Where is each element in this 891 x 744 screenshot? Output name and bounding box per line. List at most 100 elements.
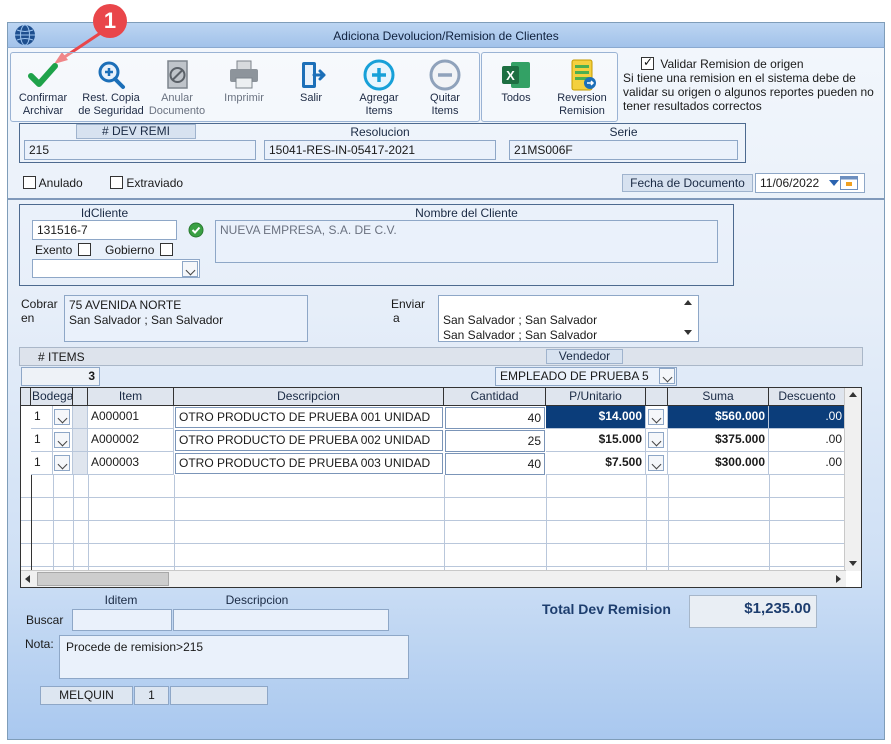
cancel-doc-label-2: Documento (148, 105, 206, 117)
exento-option[interactable]: Exento (35, 243, 91, 257)
table-row-3-unitario[interactable]: $7.500 (546, 452, 646, 475)
date-dropdown-arrow[interactable] (829, 180, 839, 186)
client-name-field[interactable]: NUEVA EMPRESA, S.A. DE C.V. (215, 220, 718, 263)
backup-label-2: de Seguridad (78, 105, 144, 117)
search-desc-input[interactable] (173, 609, 389, 631)
extraviado-checkbox[interactable] (110, 176, 123, 189)
validate-origin-checkbox[interactable] (641, 55, 654, 70)
footer-num-field: 1 (134, 686, 169, 705)
verify-check-icon[interactable] (188, 222, 204, 238)
excel-all-button[interactable]: X Todos (481, 56, 551, 120)
table-row-2-blank (73, 429, 88, 452)
table-row-2-descripcion[interactable]: OTRO PRODUCTO DE PRUEBA 002 UNIDAD (175, 430, 443, 451)
client-id-label: IdCliente (80, 206, 129, 220)
client-type-dropdown-icon[interactable] (182, 261, 198, 277)
gobierno-checkbox[interactable] (159, 243, 173, 256)
enviar-label-1: Enviar (391, 297, 426, 311)
table-row-2-cantidad[interactable]: 25 (445, 430, 545, 452)
scroll-right-arrow[interactable] (836, 575, 841, 583)
table-row-1-item[interactable]: A000001 (88, 406, 174, 429)
items-grid[interactable]: Bodega Item Descripcion Cantidad P/Unita… (20, 387, 862, 588)
exit-button[interactable]: Salir (276, 56, 346, 120)
table-row-3-descripcion[interactable]: OTRO PRODUCTO DE PRUEBA 003 UNIDAD (175, 453, 443, 474)
remove-items-button[interactable]: Quitar Items (410, 56, 480, 120)
exento-checkbox[interactable] (77, 243, 91, 256)
scroll-down-arrow[interactable] (849, 561, 857, 566)
client-type-select[interactable] (32, 259, 200, 278)
scroll-left-arrow[interactable] (25, 575, 30, 583)
table-row-1-descuento[interactable]: .00 (769, 406, 846, 429)
anulado-option[interactable]: Anulado (23, 176, 83, 190)
add-items-button[interactable]: Agregar Items (344, 56, 414, 120)
enviar-label-2: a (393, 311, 400, 325)
table-row-2-suma[interactable]: $375.000 (668, 429, 769, 452)
unit-dropdown-icon[interactable] (648, 455, 664, 471)
enviar-scroll-down[interactable] (684, 330, 692, 335)
table-row-1-unitario[interactable]: $14.000 (546, 406, 646, 429)
table-row-3-bodega-select[interactable] (53, 452, 73, 475)
bodega-dropdown-icon[interactable] (54, 455, 70, 471)
table-row-3-unit-select[interactable] (646, 452, 668, 475)
grid-horizontal-scrollbar[interactable] (21, 570, 846, 587)
enviar-line-1: San Salvador ; San Salvador (443, 313, 598, 327)
exit-door-icon (302, 62, 326, 88)
table-row-1-cantidad[interactable]: 40 (445, 407, 545, 429)
enviar-line-2: San Salvador ; San Salvador (443, 328, 598, 342)
resolucion-field[interactable]: 15041-RES-IN-05417-2021 (264, 140, 496, 160)
enviar-address-field[interactable]: San Salvador ; San Salvador San Salvador… (438, 295, 699, 342)
table-row-3-item[interactable]: A000003 (88, 452, 174, 475)
serie-field[interactable]: 21MS006F (509, 140, 738, 160)
nota-field[interactable]: Procede de remision>215 (59, 635, 409, 679)
fecha-value: 11/06/2022 (760, 176, 820, 190)
enviar-scroll-up[interactable] (684, 300, 692, 305)
cancel-document-button[interactable]: Anular Documento (142, 56, 212, 120)
enviar-label: Enviar a (391, 297, 425, 325)
table-row-3-descuento[interactable]: .00 (769, 452, 846, 475)
table-row-2-unitario[interactable]: $15.000 (546, 429, 646, 452)
table-row-2-item[interactable]: A000002 (88, 429, 174, 452)
table-row-2-descuento[interactable]: .00 (769, 429, 846, 452)
cobrar-address-field[interactable]: 75 AVENIDA NORTE San Salvador ; San Salv… (64, 295, 308, 342)
table-row-1-bodega[interactable]: 1 (31, 406, 53, 429)
unit-dropdown-icon[interactable] (648, 409, 664, 425)
restore-backup-button[interactable]: Rest. Copia de Seguridad (76, 56, 146, 120)
validation-panel: Validar Remision de origen Si tiene una … (623, 55, 881, 113)
remove-items-label-1: Quitar (430, 92, 460, 104)
exit-label: Salir (299, 92, 322, 104)
search-iditem-label: Iditem (104, 593, 138, 607)
dev-remi-field[interactable]: 215 (24, 140, 256, 160)
anulado-checkbox[interactable] (23, 176, 36, 189)
vendedor-dropdown-icon[interactable] (659, 368, 675, 384)
table-row-3-blank (73, 452, 88, 475)
reversal-label-1: Reversion (557, 92, 607, 104)
scroll-up-arrow[interactable] (849, 392, 857, 397)
items-count-field: 3 (21, 367, 100, 386)
extraviado-option[interactable]: Extraviado (110, 176, 183, 190)
total-label: Total Dev Remision (542, 601, 671, 617)
print-button[interactable]: Imprimir (209, 56, 279, 120)
vendedor-field[interactable]: EMPLEADO DE PRUEBA 5 (495, 367, 677, 386)
confirm-label-1: Confirmar (18, 92, 68, 104)
gobierno-option[interactable]: Gobierno (105, 243, 173, 257)
calendar-icon[interactable] (840, 175, 858, 190)
table-row-1-suma[interactable]: $560.000 (668, 406, 769, 429)
grid-vertical-scrollbar[interactable] (844, 388, 861, 571)
table-row-3-bodega[interactable]: 1 (31, 452, 53, 475)
table-row-1-bodega-select[interactable] (53, 406, 73, 429)
table-row-3-suma[interactable]: $300.000 (668, 452, 769, 475)
table-row-2-bodega[interactable]: 1 (31, 429, 53, 452)
footer-blank-field (170, 686, 268, 705)
reversal-button[interactable]: Reversion Remision (547, 56, 617, 120)
bodega-dropdown-icon[interactable] (54, 409, 70, 425)
table-row-3-cantidad[interactable]: 40 (445, 453, 545, 475)
horizontal-scroll-thumb[interactable] (37, 572, 169, 586)
bodega-dropdown-icon[interactable] (54, 432, 70, 448)
search-iditem-input[interactable] (72, 609, 172, 631)
confirm-archive-button[interactable]: Confirmar Archivar (8, 56, 78, 120)
table-row-2-unit-select[interactable] (646, 429, 668, 452)
client-id-field[interactable]: 131516-7 (32, 220, 177, 240)
table-row-2-bodega-select[interactable] (53, 429, 73, 452)
table-row-1-descripcion[interactable]: OTRO PRODUCTO DE PRUEBA 001 UNIDAD (175, 407, 443, 428)
table-row-1-unit-select[interactable] (646, 406, 668, 429)
unit-dropdown-icon[interactable] (648, 432, 664, 448)
